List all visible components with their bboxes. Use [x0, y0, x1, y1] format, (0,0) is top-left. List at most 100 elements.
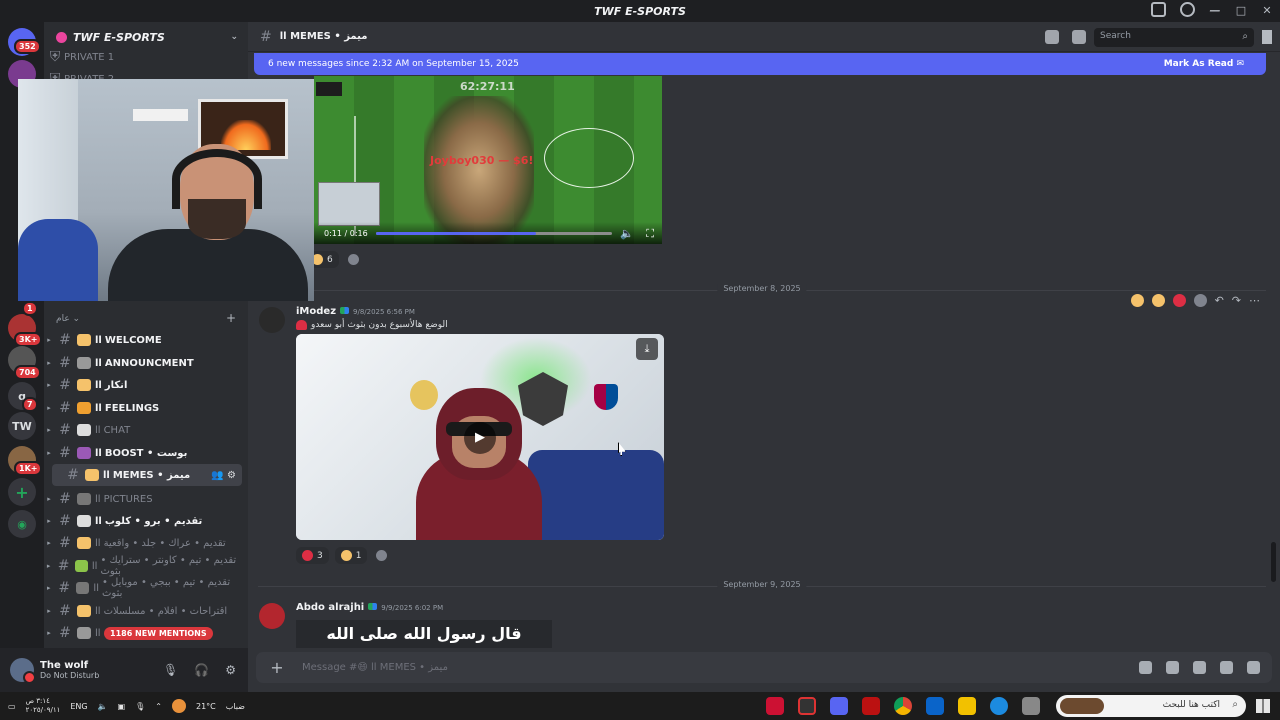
download-icon[interactable]: ⤓ — [636, 338, 658, 360]
channel-item[interactable]: ▸ # اا CHAT — [44, 419, 248, 441]
app-icon[interactable] — [862, 697, 880, 715]
heart-emoji-icon[interactable] — [1172, 294, 1186, 307]
channel-item[interactable]: ▸ # اا PICTURES — [44, 488, 248, 510]
search-input[interactable]: Search ⌕ — [1094, 28, 1254, 47]
video-attachment[interactable]: ▶ ⤓ — [296, 334, 664, 540]
expand-arrow-icon[interactable]: ▸ — [44, 336, 54, 344]
gift-icon[interactable] — [1139, 661, 1152, 674]
settings-gear-icon[interactable]: ⚙ — [225, 663, 236, 677]
forward-icon[interactable]: ↷ — [1232, 294, 1241, 307]
sticker-icon[interactable] — [1193, 661, 1206, 674]
channel-settings-icon[interactable]: 👥 ⚙ — [211, 470, 236, 481]
channel-item[interactable]: ▸ # اا ANNOUNCMENT — [44, 352, 248, 374]
reply-icon[interactable]: ↶ — [1215, 294, 1224, 307]
close-button[interactable]: ✕ — [1254, 0, 1280, 22]
reaction-pill[interactable]: 3 — [296, 547, 329, 564]
weather-label[interactable]: ضباب — [226, 702, 245, 711]
new-mentions-pill[interactable]: 1186 NEW MENTIONS — [104, 627, 213, 640]
show-hidden-icon[interactable]: ⌃ — [155, 702, 162, 711]
add-reaction-button[interactable] — [373, 547, 390, 564]
expand-arrow-icon[interactable]: ▸ — [44, 562, 53, 570]
fullscreen-icon[interactable]: ⛶ — [646, 227, 654, 241]
message-input[interactable]: Message #😄 اا MEMES • ميمز — [302, 662, 448, 673]
expand-arrow-icon[interactable]: ▸ — [44, 539, 54, 547]
channel-item[interactable]: ▸ # اا تقديم • تيم • ببجي • موبايل • بثوث — [44, 577, 248, 599]
channel-item[interactable]: ▸ # اا BOOST • بوست — [44, 442, 248, 464]
help-icon[interactable] — [1180, 2, 1195, 17]
message-composer[interactable]: + Message #😄 اا MEMES • ميمز — [256, 652, 1272, 683]
expand-arrow-icon[interactable]: ▸ — [44, 584, 54, 592]
inbox-bookmark-icon[interactable] — [1262, 30, 1272, 44]
channel-item[interactable]: ▸ # اا تقديم • عراك • جلد • واقعية — [44, 532, 248, 554]
headphones-icon[interactable]: 🎧 — [194, 663, 209, 677]
add-reaction-icon[interactable] — [1193, 294, 1207, 307]
language-indicator[interactable]: ENG — [70, 702, 87, 711]
microphone-icon[interactable]: 🎙 — [163, 663, 178, 677]
avatar[interactable] — [10, 658, 36, 684]
outlook-icon[interactable] — [926, 697, 944, 715]
category-label[interactable]: عام ⌄ — [56, 314, 80, 324]
weather-temp[interactable]: 21°C — [196, 702, 216, 711]
reaction-pill[interactable]: 1 — [334, 547, 368, 564]
scrollbar[interactable] — [1271, 542, 1276, 582]
file-explorer-icon[interactable] — [958, 697, 976, 715]
windows-start-icon[interactable] — [1256, 699, 1270, 713]
channel-item[interactable]: ▸ # اا انكار — [44, 374, 248, 396]
add-channel-icon[interactable]: + — [226, 311, 236, 325]
clock[interactable]: ٣:١٤ ص ٢٠٢٥/٠٩/١١ — [26, 697, 61, 715]
apps-icon[interactable] — [1247, 661, 1260, 674]
edge-icon[interactable] — [990, 697, 1008, 715]
expand-arrow-icon[interactable]: ▸ — [44, 381, 54, 389]
chrome-icon[interactable] — [894, 697, 912, 715]
channel-item[interactable]: # اا MEMES • ميمز 👥 ⚙ — [52, 464, 242, 486]
gif-icon[interactable] — [1166, 661, 1179, 674]
channel-item[interactable]: ▸ # اا تقديم • برو • كلوب — [44, 510, 248, 532]
new-messages-bar[interactable]: 6 new messages since 2:32 AM on Septembe… — [254, 53, 1266, 75]
message-author[interactable]: iModez 9/8/2025 6:56 PM — [296, 306, 415, 317]
network-icon[interactable]: ▣ — [118, 702, 126, 711]
expand-arrow-icon[interactable]: ▸ — [44, 426, 54, 434]
volume-icon[interactable]: 🔈 — [620, 227, 634, 240]
discord-taskbar-icon[interactable] — [830, 697, 848, 715]
server-icon[interactable]: TW — [8, 412, 36, 440]
video-attachment[interactable]: 62:27:11 Joyboy030 — $6! 0:11 / 0:16 🔈 ⛶ — [314, 76, 662, 244]
mark-as-read-button[interactable]: Mark As Read ✉ — [1164, 59, 1244, 69]
expand-arrow-icon[interactable]: ▸ — [44, 359, 54, 367]
minimize-button[interactable]: — — [1202, 0, 1228, 22]
mic-icon[interactable]: 🎙 — [135, 702, 145, 711]
play-button[interactable]: ▶ — [464, 422, 496, 454]
avatar[interactable] — [259, 307, 285, 333]
notification-icon[interactable]: ▭ — [8, 702, 16, 711]
channel-item[interactable]: ▸ # اا اقتراحات • افلام • مسلسلات — [44, 600, 248, 622]
emoji-picker-icon[interactable] — [1220, 661, 1233, 674]
expand-arrow-icon[interactable]: ▸ — [44, 517, 54, 525]
avatar[interactable] — [259, 603, 285, 629]
rofl-emoji-icon[interactable] — [1151, 294, 1165, 307]
app-icon[interactable] — [766, 697, 784, 715]
channel-item[interactable]: ▸ # اا تقديم • تيم • كاونتر • سترايك • بثو… — [44, 555, 248, 577]
expand-arrow-icon[interactable]: ▸ — [44, 607, 54, 615]
attach-plus-icon[interactable]: + — [268, 658, 286, 677]
expand-arrow-icon[interactable]: ▸ — [44, 495, 54, 503]
more-options-icon[interactable]: ⋯ — [1249, 294, 1260, 307]
message-author[interactable]: Abdo alrajhi 9/9/2025 6:02 PM — [296, 602, 443, 613]
maximize-button[interactable]: □ — [1228, 0, 1254, 22]
chevron-down-icon[interactable]: ⌄ — [230, 32, 238, 42]
inbox-icon[interactable] — [1151, 2, 1166, 17]
discover-icon[interactable]: ◉ — [8, 510, 36, 538]
channel-private-1[interactable]: ⛨ PRIVATE 1 — [44, 46, 248, 68]
notification-bell-icon[interactable] — [1072, 30, 1086, 44]
channel-item[interactable]: ▸ # اا WELCOME — [44, 329, 248, 351]
task-view-icon[interactable] — [1022, 697, 1040, 715]
expand-arrow-icon[interactable]: ▸ — [44, 404, 54, 412]
channel-item[interactable]: ▸ # اا FEELINGS — [44, 397, 248, 419]
expand-arrow-icon[interactable]: ▸ — [44, 449, 54, 457]
add-reaction-button[interactable] — [345, 251, 362, 268]
expand-arrow-icon[interactable]: ▸ — [44, 629, 54, 637]
video-progress-bar[interactable] — [376, 232, 612, 235]
app-icon[interactable] — [798, 697, 816, 715]
taskbar-search[interactable]: اكتب هنا للبحث ⌕ — [1056, 695, 1246, 717]
add-server-icon[interactable]: + — [8, 478, 36, 506]
laughing-emoji-icon[interactable] — [1130, 294, 1144, 307]
volume-icon[interactable]: 🔈 — [98, 702, 108, 711]
